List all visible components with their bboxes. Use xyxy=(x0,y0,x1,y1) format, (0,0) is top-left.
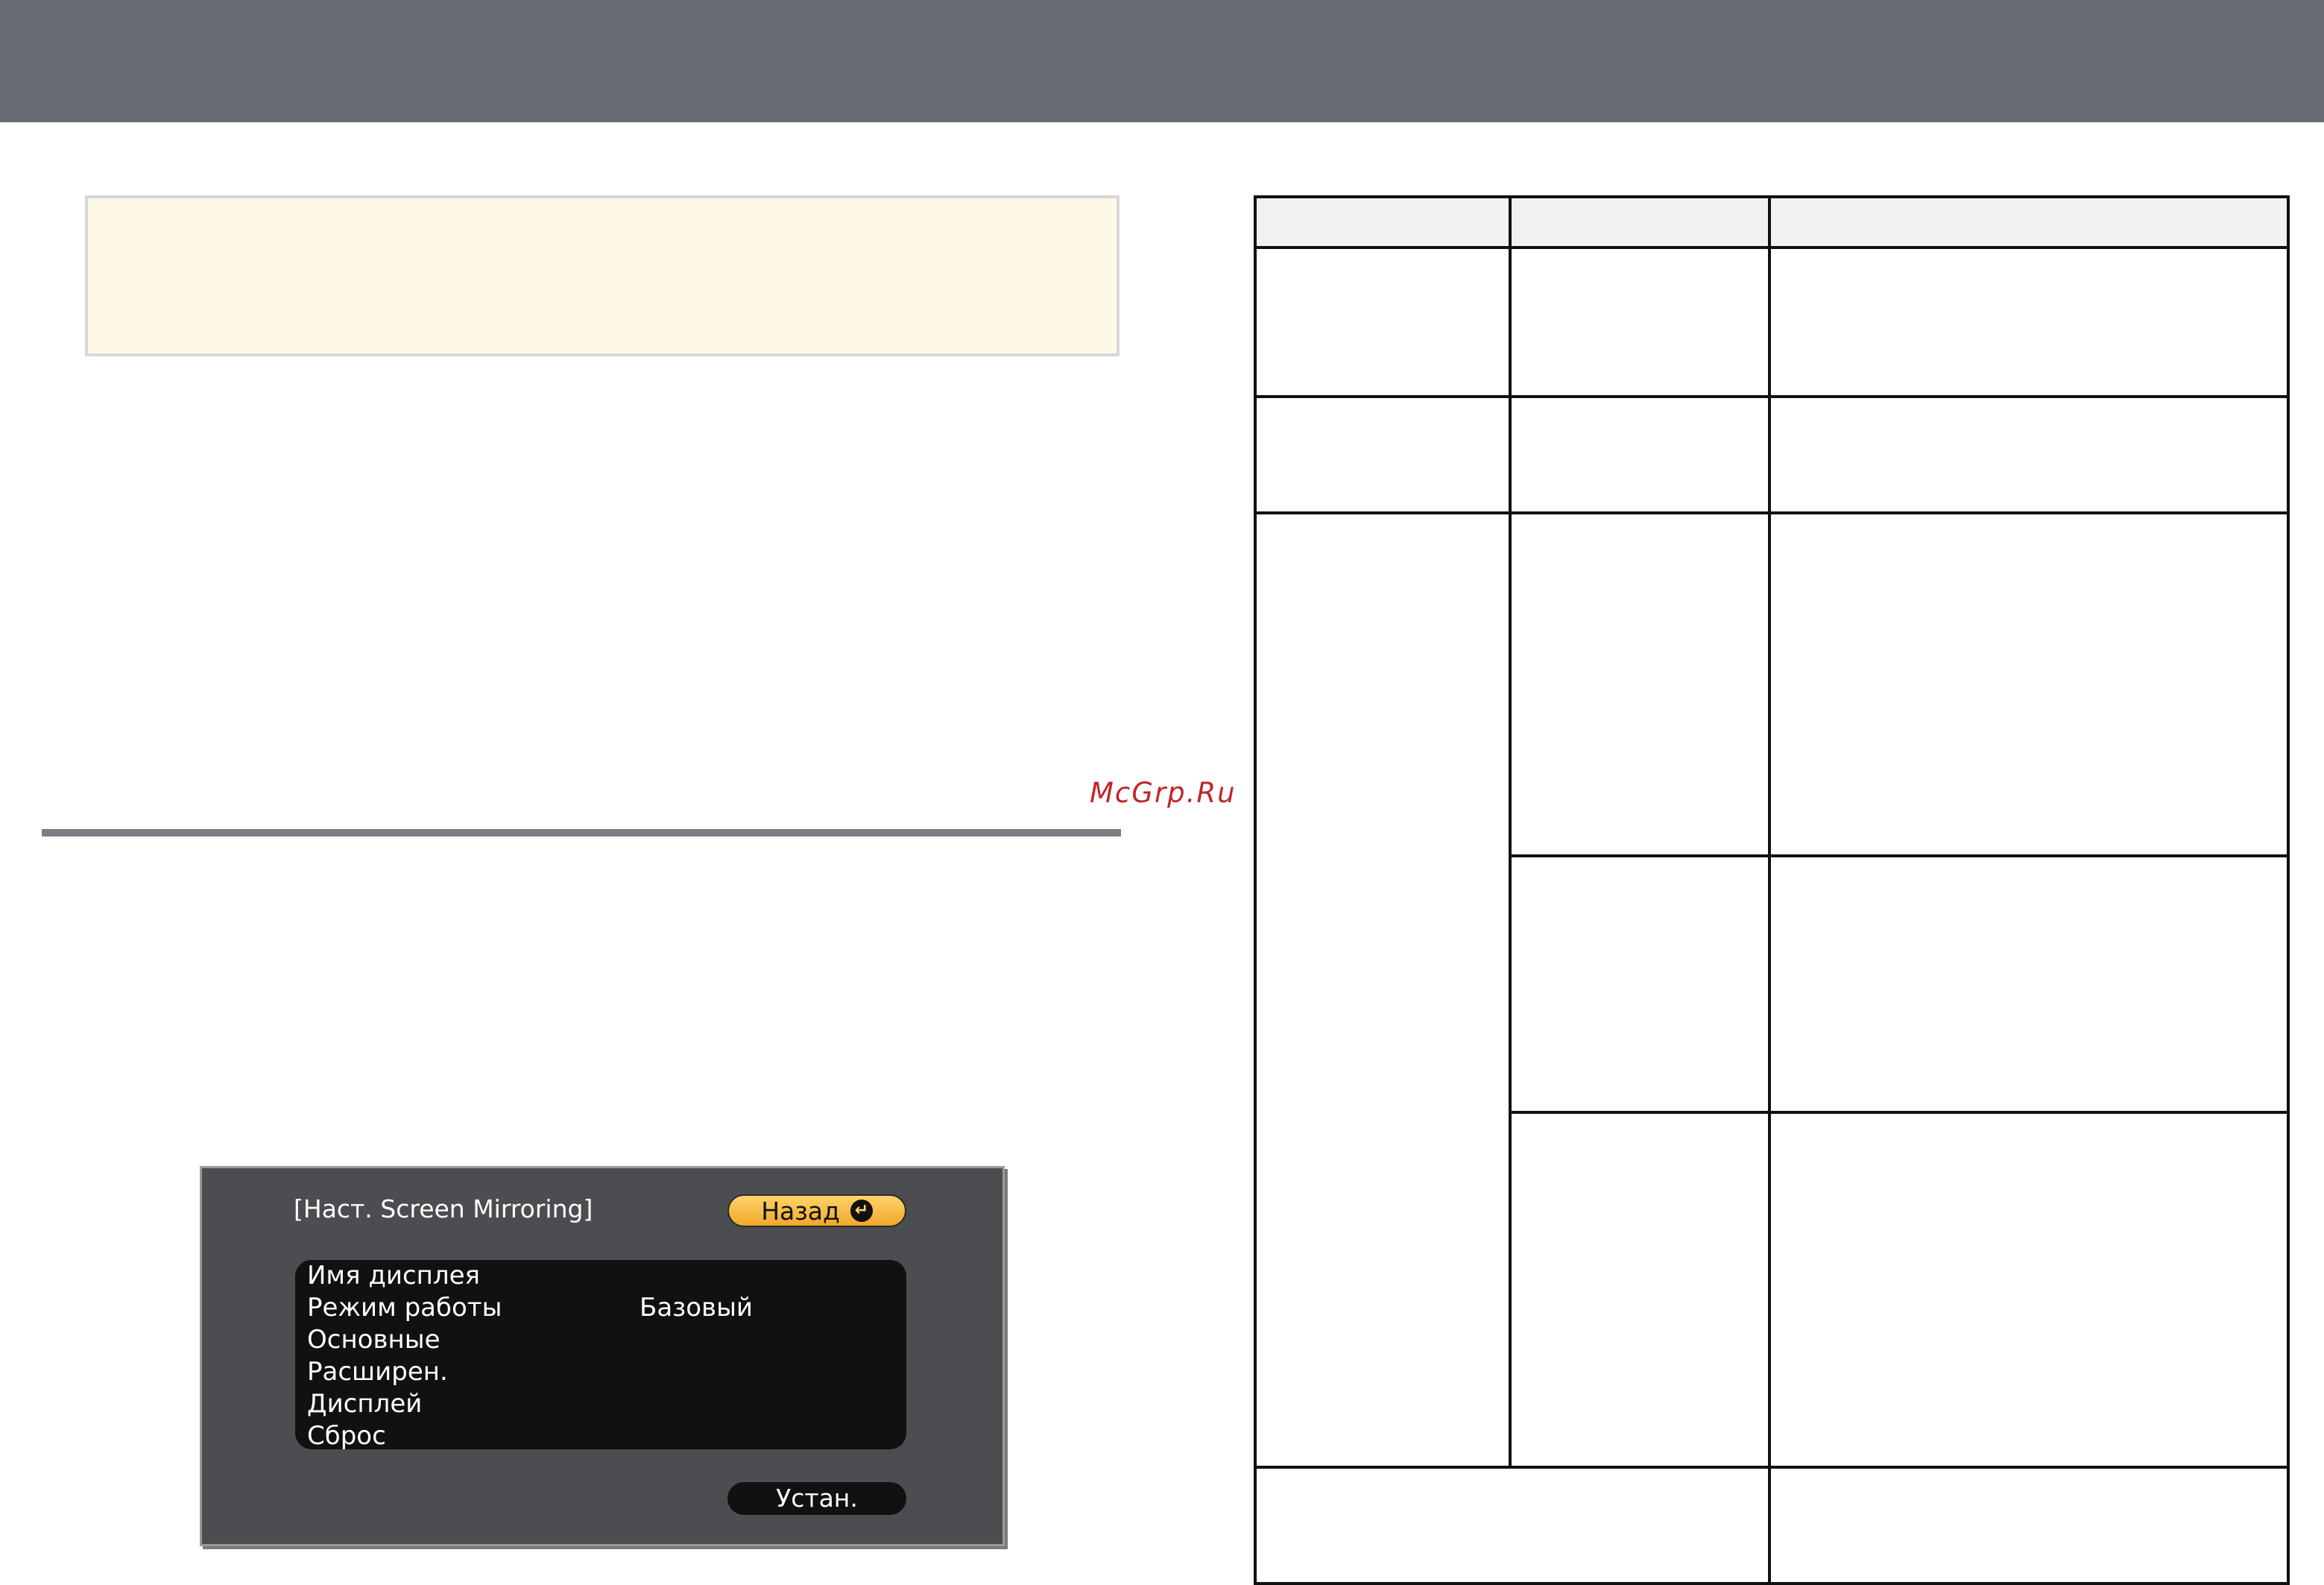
table-column-divider xyxy=(1768,195,1771,1585)
menu-item-display-name[interactable]: Имя дисплея xyxy=(307,1260,896,1291)
enter-icon: ↵ xyxy=(850,1200,873,1222)
menu-item-value: Базовый xyxy=(640,1293,754,1323)
table-row-divider xyxy=(1509,1111,2290,1114)
page-header-bar xyxy=(0,0,2324,122)
table-row-divider xyxy=(1254,395,2290,398)
menu-item-label: Режим работы xyxy=(307,1293,502,1323)
menu-item-operation-mode[interactable]: Режим работы Базовый xyxy=(307,1292,896,1323)
back-button-label: Назад xyxy=(761,1196,840,1226)
table-row-divider xyxy=(1254,246,2290,249)
back-button[interactable]: Назад ↵ xyxy=(727,1194,906,1227)
section-divider xyxy=(42,829,1121,836)
osd-menu-title: [Наст. Screen Mirroring] xyxy=(294,1194,593,1223)
table-border-bottom xyxy=(1254,1582,2290,1585)
menu-item-label: Расширен. xyxy=(307,1357,448,1387)
menu-item-label: Имя дисплея xyxy=(307,1261,480,1291)
menu-item-basic[interactable]: Основные xyxy=(307,1324,896,1355)
osd-menu-list: Имя дисплея Режим работы Базовый Основны… xyxy=(295,1260,906,1452)
table-column-divider xyxy=(1509,195,1512,1467)
watermark: McGrp.Ru xyxy=(1090,777,1237,809)
menu-item-display[interactable]: Дисплей xyxy=(307,1388,896,1419)
table-border-right xyxy=(2287,195,2290,1585)
menu-item-label: Дисплей xyxy=(307,1389,423,1419)
table-border-left xyxy=(1254,195,1257,1585)
menu-item-label: Основные xyxy=(307,1325,441,1355)
table-row-divider xyxy=(1254,1466,2290,1469)
menu-item-label: Сброс xyxy=(307,1421,386,1451)
set-button[interactable]: Устан. xyxy=(727,1482,906,1515)
table-row-divider xyxy=(1509,854,2290,857)
note-box xyxy=(85,195,1120,356)
menu-item-reset[interactable]: Сброс xyxy=(307,1420,896,1452)
menu-item-advanced[interactable]: Расширен. xyxy=(307,1356,896,1387)
table-border-top xyxy=(1254,195,2290,198)
table-row-divider xyxy=(1254,511,2290,514)
table-header-row xyxy=(1255,197,2288,248)
